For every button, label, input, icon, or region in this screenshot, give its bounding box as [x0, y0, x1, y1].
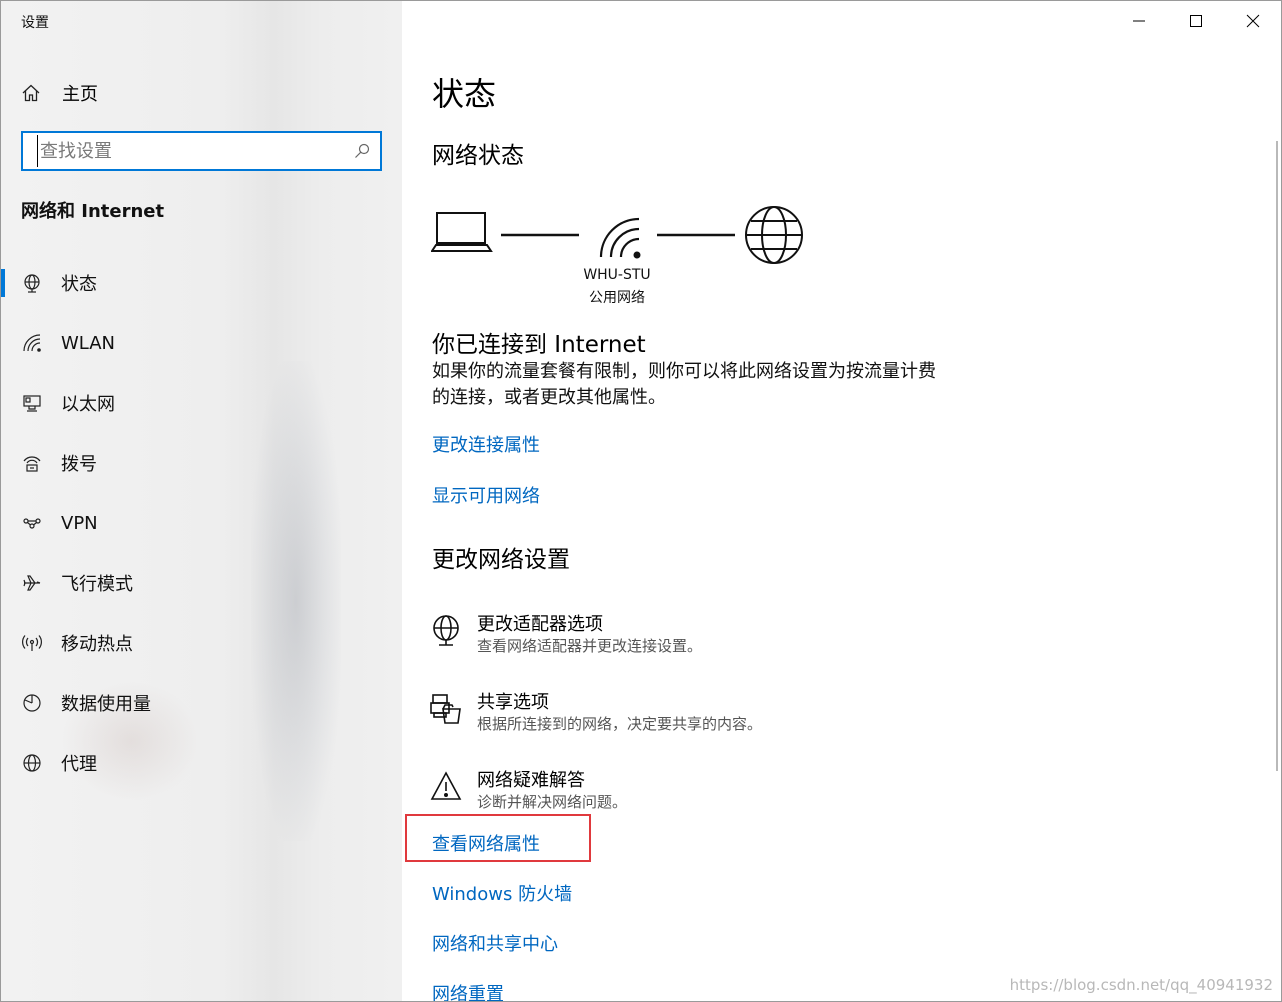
globe-status-icon — [21, 272, 43, 294]
active-indicator — [1, 269, 5, 297]
option-title: 共享选项 — [477, 692, 549, 713]
sidebar-item-label: WLAN — [61, 332, 116, 354]
network-type: 公用网络 — [589, 290, 645, 306]
network-name: WHU-STU — [583, 267, 651, 283]
home-label: 主页 — [62, 84, 98, 105]
sharing-icon — [430, 694, 461, 724]
close-icon — [1246, 14, 1259, 28]
sidebar-item-label: 状态 — [61, 274, 97, 295]
option-description: 诊断并解决网络问题。 — [477, 793, 628, 811]
app-title: 设置 — [21, 15, 49, 31]
minimize-icon — [1132, 20, 1145, 22]
sidebar-item-label: 移动热点 — [61, 634, 133, 655]
globe-icon — [21, 752, 43, 774]
pie-chart-icon — [21, 692, 43, 714]
maximize-icon — [1189, 15, 1202, 27]
network-sharing-center-link[interactable]: 网络和共享中心 — [432, 930, 558, 956]
main-content: 状态 网络状态 WHU-STU 公用网络 你已连接到 Internet 如果你的… — [402, 1, 1281, 1001]
hotspot-icon — [21, 632, 43, 654]
settings-window: 设置 主页 网络和 Internet 状态 WLAN — [0, 0, 1282, 1002]
sidebar-item-data-usage[interactable]: 数据使用量 — [1, 683, 402, 723]
sidebar-item-label: 代理 — [61, 754, 97, 775]
network-status-heading: 网络状态 — [432, 143, 524, 169]
change-connection-properties-link[interactable]: 更改连接属性 — [432, 431, 540, 457]
wifi-icon — [21, 332, 43, 354]
home-icon — [22, 84, 40, 102]
network-diagram: WHU-STU 公用网络 — [430, 201, 811, 311]
airplane-icon — [21, 572, 43, 594]
internet-globe-icon — [745, 206, 803, 264]
minimize-button[interactable] — [1110, 1, 1167, 41]
sidebar-item-label: 拨号 — [61, 454, 97, 475]
option-description: 查看网络适配器并更改连接设置。 — [477, 637, 703, 655]
laptop-icon — [430, 212, 493, 252]
view-network-properties-link[interactable]: 查看网络属性 — [432, 830, 540, 856]
ethernet-icon — [21, 392, 43, 414]
home-button[interactable]: 主页 — [21, 79, 98, 107]
sidebar-item-vpn[interactable]: VPN — [1, 503, 402, 543]
page-title: 状态 — [432, 75, 497, 113]
sidebar-item-label: 数据使用量 — [61, 694, 151, 715]
search-box[interactable] — [21, 131, 382, 171]
search-icon[interactable] — [354, 143, 370, 159]
sidebar-item-wlan[interactable]: WLAN — [1, 323, 402, 363]
sidebar-item-ethernet[interactable]: 以太网 — [1, 383, 402, 423]
connected-title: 你已连接到 Internet — [432, 332, 646, 358]
adapter-globe-icon — [433, 615, 459, 646]
option-description: 根据所连接到的网络，决定要共享的内容。 — [477, 715, 763, 733]
caption-buttons — [1110, 1, 1281, 41]
sidebar-item-label: 飞行模式 — [61, 574, 133, 595]
windows-firewall-link[interactable]: Windows 防火墙 — [432, 880, 572, 906]
sidebar-item-proxy[interactable]: 代理 — [1, 743, 402, 783]
sidebar-item-label: 以太网 — [61, 394, 115, 415]
option-title: 更改适配器选项 — [477, 614, 603, 635]
option-title: 网络疑难解答 — [477, 770, 585, 791]
show-available-networks-link[interactable]: 显示可用网络 — [432, 482, 540, 508]
sidebar-item-status[interactable]: 状态 — [1, 263, 402, 303]
dialup-icon — [21, 452, 43, 474]
network-reset-link[interactable]: 网络重置 — [432, 980, 504, 1001]
vpn-icon — [21, 512, 43, 534]
maximize-button[interactable] — [1167, 1, 1224, 41]
sidebar-item-airplane[interactable]: 飞行模式 — [1, 563, 402, 603]
sidebar-item-hotspot[interactable]: 移动热点 — [1, 623, 402, 663]
change-network-settings-heading: 更改网络设置 — [432, 547, 570, 573]
warning-icon — [430, 771, 462, 800]
watermark: https://blog.csdn.net/qq_40941932 — [1009, 976, 1273, 994]
connection-graphic — [430, 206, 803, 264]
section-title: 网络和 Internet — [21, 201, 165, 222]
wifi-signal-icon — [599, 217, 641, 259]
scrollbar[interactable] — [1276, 141, 1278, 771]
sidebar-item-dialup[interactable]: 拨号 — [1, 443, 402, 483]
sidebar: 设置 主页 网络和 Internet 状态 WLAN — [1, 1, 402, 1001]
connected-description: 如果你的流量套餐有限制，则你可以将此网络设置为按流量计费的连接，或者更改其他属性… — [432, 361, 936, 408]
sidebar-item-label: VPN — [61, 512, 98, 534]
close-button[interactable] — [1224, 1, 1281, 41]
search-input[interactable] — [37, 135, 354, 167]
